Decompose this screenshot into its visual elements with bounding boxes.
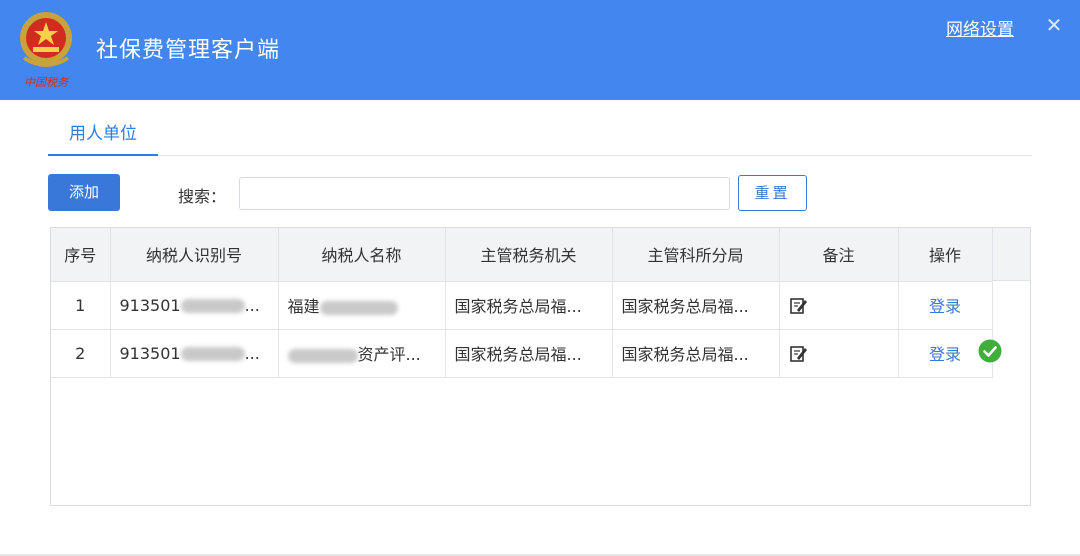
- search-input[interactable]: [239, 177, 730, 210]
- remark-cell: [779, 281, 899, 330]
- column-header-action: 操作: [898, 228, 993, 282]
- column-header-taxpayer-id: 纳税人识别号: [110, 228, 279, 282]
- remark-cell: [779, 329, 899, 378]
- taxpayer-name-text: 资产评...: [357, 345, 421, 364]
- taxpayer-id-suffix: ...: [244, 295, 260, 315]
- add-button[interactable]: 添加: [48, 174, 120, 211]
- svg-text:中国税务: 中国税务: [24, 76, 69, 89]
- login-link[interactable]: 登录: [929, 345, 961, 364]
- edit-note-icon[interactable]: [789, 296, 808, 315]
- column-header-index: 序号: [51, 228, 111, 282]
- edit-note-icon[interactable]: [789, 344, 808, 363]
- redacted-blur: [180, 347, 245, 361]
- close-icon[interactable]: ✕: [1044, 14, 1064, 36]
- employer-table: 序号 纳税人识别号 纳税人名称 主管税务机关 主管科所分局 备注 操作 1 91…: [50, 227, 1031, 506]
- network-settings-link[interactable]: 网络设置: [946, 15, 1014, 40]
- redacted-blur: [319, 300, 398, 315]
- redacted-blur: [287, 348, 358, 363]
- table-header-row: 序号 纳税人识别号 纳税人名称 主管税务机关 主管科所分局 备注 操作: [51, 228, 993, 282]
- taxpayer-id-text: 913501: [119, 295, 181, 315]
- row-index: 1: [51, 281, 111, 330]
- taxpayer-name-cell: 资产评...: [278, 329, 446, 378]
- column-header-tax-authority: 主管税务机关: [445, 228, 613, 282]
- title-bar: 中国税务 社保费管理客户端 网络设置 ✕: [0, 0, 1080, 100]
- tax-authority-cell: 国家税务总局福...: [445, 281, 613, 330]
- tax-branch-cell: 国家税务总局福...: [612, 281, 780, 330]
- table-row[interactable]: 2 913501... 资产评... 国家税务总局福... 国家税务总局福...…: [51, 329, 993, 378]
- search-label: 搜索：: [178, 187, 227, 206]
- tab-employer[interactable]: 用人单位: [48, 114, 158, 156]
- taxpayer-name-text: 福建: [287, 297, 320, 316]
- column-header-remark: 备注: [779, 228, 899, 282]
- taxpayer-id-suffix: ...: [244, 343, 260, 363]
- tax-branch-cell: 国家税务总局福...: [612, 329, 780, 378]
- taxpayer-id-cell: 913501...: [110, 281, 279, 330]
- check-circle-icon: [978, 339, 1002, 363]
- table-row[interactable]: 1 913501... 福建 国家税务总局福... 国家税务总局福... 登录: [51, 281, 993, 330]
- tab-bar: 用人单位: [48, 114, 1032, 156]
- tax-authority-cell: 国家税务总局福...: [445, 329, 613, 378]
- redacted-blur: [180, 299, 245, 313]
- reset-button[interactable]: 重置: [738, 175, 807, 211]
- row-index: 2: [51, 329, 111, 378]
- taxpayer-id-text: 913501: [119, 343, 181, 363]
- taxpayer-id-cell: 913501...: [110, 329, 279, 378]
- column-header-taxpayer-name: 纳税人名称: [278, 228, 446, 282]
- taxpayer-name-cell: 福建: [278, 281, 446, 330]
- table-header-filler: [992, 228, 1030, 281]
- column-header-tax-branch: 主管科所分局: [612, 228, 780, 282]
- login-link[interactable]: 登录: [929, 297, 961, 316]
- app-title: 社保费管理客户端: [96, 38, 281, 63]
- tax-emblem-logo: 中国税务: [20, 12, 72, 89]
- action-cell: 登录: [898, 281, 993, 330]
